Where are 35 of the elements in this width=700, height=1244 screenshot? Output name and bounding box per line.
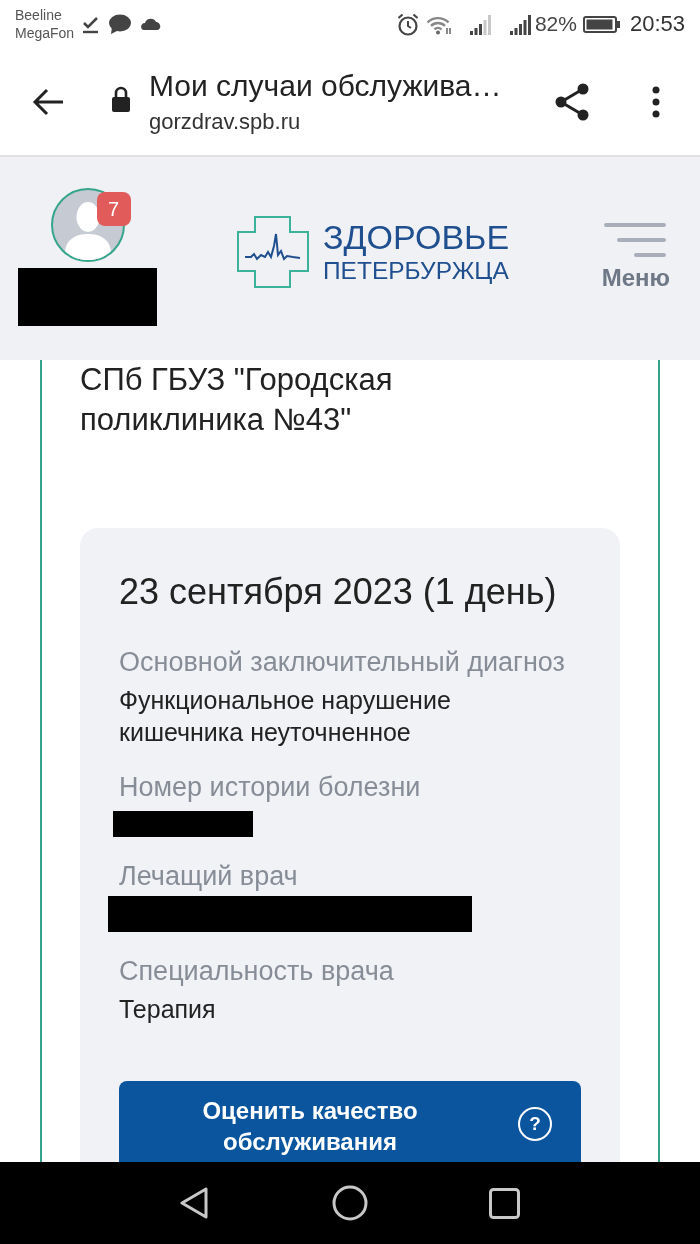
circle-home-icon[interactable] (332, 1185, 368, 1221)
logo-subtitle: ПЕТЕРБУРЖЦА (323, 257, 510, 285)
field-value: Терапия (119, 994, 217, 1025)
clinic-name: СПб ГБУЗ "Городская поликлиника №43" (80, 361, 394, 439)
carrier-name: MegaFon (15, 24, 75, 42)
back-arrow-icon[interactable] (32, 87, 64, 116)
cloud-icon (140, 18, 163, 30)
notification-badge: 7 (96, 192, 131, 226)
page-title: Мои случаи обслужива… (149, 68, 502, 104)
share-icon[interactable] (554, 82, 590, 121)
signal-icon (509, 13, 532, 35)
more-icon[interactable] (652, 85, 660, 118)
visit-date: 23 сентября 2023 (1 день) (119, 572, 558, 612)
menu-button[interactable]: Меню (601, 223, 670, 293)
field-label: Специальность врача (119, 955, 395, 987)
field-label: Лечащий врач (119, 860, 299, 892)
logo-title: ЗДОРОВЬЕ (323, 217, 510, 257)
checkmark-icon (82, 14, 100, 34)
help-icon[interactable]: ? (518, 1107, 552, 1141)
page-url: gorzdrav.spb.ru (149, 108, 302, 136)
square-recents-icon[interactable] (489, 1187, 520, 1219)
battery-icon (582, 15, 621, 33)
field-label: Номер истории болезни (119, 771, 422, 803)
field-label: Основной заключительный диагноз (119, 646, 566, 678)
rate-button[interactable]: Оценить качество обслуживания ? (119, 1081, 581, 1162)
battery-percent: 82% (534, 12, 577, 36)
carrier-name: Beeline (15, 6, 63, 24)
lock-icon (111, 85, 131, 112)
clock-time: 20:53 (629, 11, 685, 37)
alarm-clock-icon (396, 12, 419, 36)
triangle-back-icon[interactable] (180, 1187, 208, 1219)
signal-icon (469, 13, 492, 35)
field-value: Функциональное нарушение кишечника неуточненное (119, 685, 452, 748)
medical-cross-icon (237, 216, 309, 288)
message-icon (108, 13, 132, 35)
